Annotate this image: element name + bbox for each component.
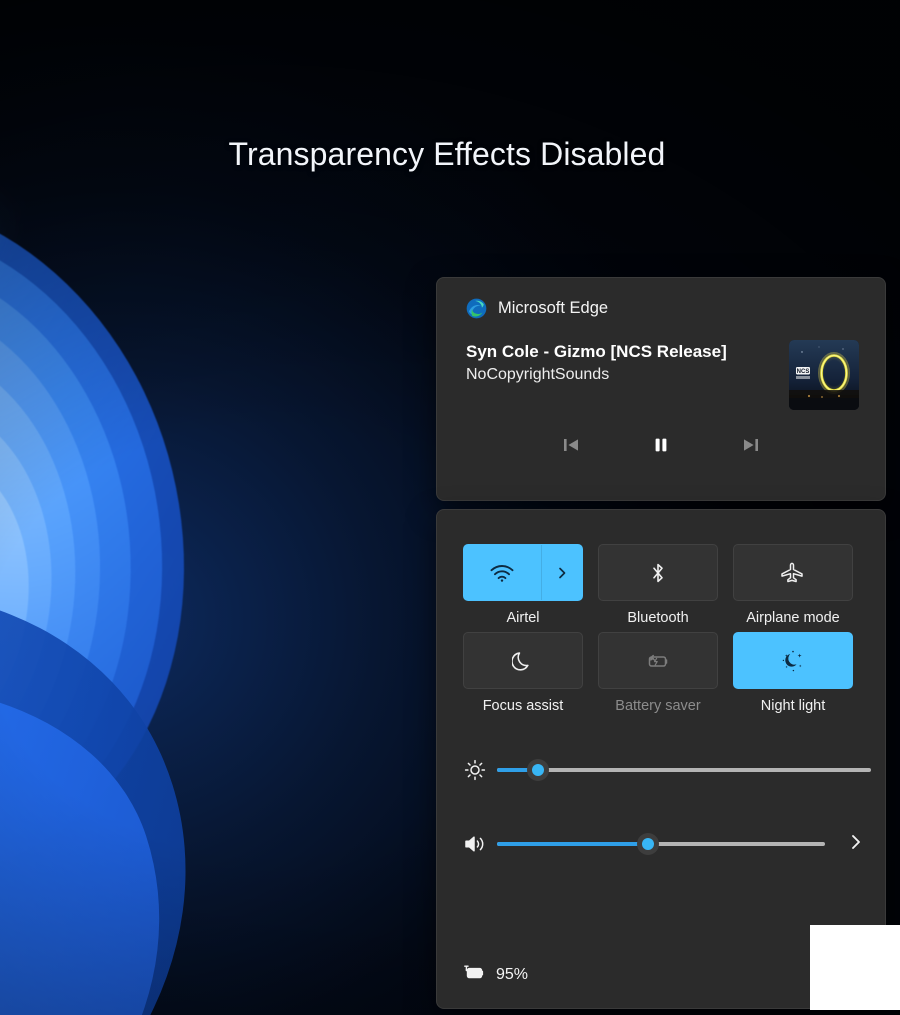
night-light-icon	[780, 648, 806, 674]
wifi-detail-chevron-button[interactable]	[540, 545, 582, 600]
airplane-mode-tile-label: Airplane mode	[746, 610, 840, 626]
quick-setting-battery-saver: Battery saver	[598, 632, 718, 714]
skip-previous-icon	[561, 435, 581, 455]
bluetooth-tile-button[interactable]	[598, 544, 718, 601]
focus-assist-tile-label: Focus assist	[482, 698, 564, 714]
night-light-tile-label: Night light	[760, 698, 826, 714]
quick-setting-wifi: Airtel	[463, 544, 583, 626]
quick-setting-night-light: Night light	[733, 632, 853, 714]
brightness-icon	[463, 758, 497, 782]
quick-setting-focus-assist: Focus assist	[463, 632, 583, 714]
page-title: Transparency Effects Disabled	[228, 136, 666, 172]
desktop: Transparency Effects Disabled Microsoft …	[0, 0, 900, 1015]
ncs-album-art: NCS	[789, 340, 859, 410]
wifi-tile-label: Airtel	[506, 610, 540, 626]
battery-saver-tile-label: Battery saver	[615, 698, 701, 714]
media-text-block: Syn Cole - Gizmo [NCS Release] NoCopyrig…	[466, 340, 775, 386]
battery-saver-tile-button[interactable]	[598, 632, 718, 689]
media-body: Syn Cole - Gizmo [NCS Release] NoCopyrig…	[437, 319, 885, 410]
next-track-button[interactable]	[734, 430, 768, 460]
media-app-header: Microsoft Edge	[437, 278, 885, 319]
volume-slider[interactable]	[497, 832, 825, 856]
media-transport-controls	[437, 430, 885, 460]
previous-track-button[interactable]	[554, 430, 588, 460]
quick-setting-airplane-mode: Airplane mode	[733, 544, 853, 626]
quick-settings-tile-grid: Airtel Bluetooth Airplane mode Focus ass…	[437, 510, 885, 714]
battery-charging-icon	[463, 964, 487, 987]
volume-slider-row	[437, 824, 885, 864]
night-light-tile-button[interactable]	[733, 632, 853, 689]
pause-button[interactable]	[644, 430, 678, 460]
svg-text:NCS: NCS	[797, 369, 810, 375]
bluetooth-tile-label: Bluetooth	[627, 610, 689, 626]
brightness-slider-row	[437, 750, 885, 790]
volume-icon	[463, 832, 497, 856]
white-overlay-block	[810, 925, 900, 1010]
track-artist: NoCopyrightSounds	[466, 366, 610, 384]
track-title: Syn Cole - Gizmo [NCS Release]	[466, 342, 727, 361]
wifi-tile-button[interactable]	[463, 544, 583, 601]
edge-icon	[466, 298, 487, 319]
quick-setting-bluetooth: Bluetooth	[598, 544, 718, 626]
moon-icon	[512, 649, 534, 673]
media-player-panel: Microsoft Edge Syn Cole - Gizmo [NCS Rel…	[436, 277, 886, 501]
pause-icon	[651, 435, 671, 455]
chevron-right-icon	[555, 566, 569, 580]
brightness-slider[interactable]	[497, 758, 871, 782]
brightness-slider-track	[497, 768, 871, 772]
volume-slider-thumb[interactable]	[636, 833, 659, 855]
airplane-mode-tile-button[interactable]	[733, 544, 853, 601]
airplane-icon	[780, 561, 806, 585]
chevron-right-icon	[846, 832, 866, 857]
skip-next-icon	[741, 435, 761, 455]
media-app-name: Microsoft Edge	[498, 299, 609, 317]
wifi-icon	[464, 563, 541, 583]
focus-assist-tile-button[interactable]	[463, 632, 583, 689]
battery-saver-icon	[644, 651, 672, 671]
volume-slider-fill	[497, 842, 648, 846]
battery-percent-label: 95%	[496, 966, 529, 983]
brightness-slider-thumb[interactable]	[527, 759, 550, 781]
battery-status[interactable]: 95%	[463, 964, 528, 987]
bluetooth-icon	[648, 561, 668, 585]
audio-output-selector-button[interactable]	[839, 827, 873, 861]
